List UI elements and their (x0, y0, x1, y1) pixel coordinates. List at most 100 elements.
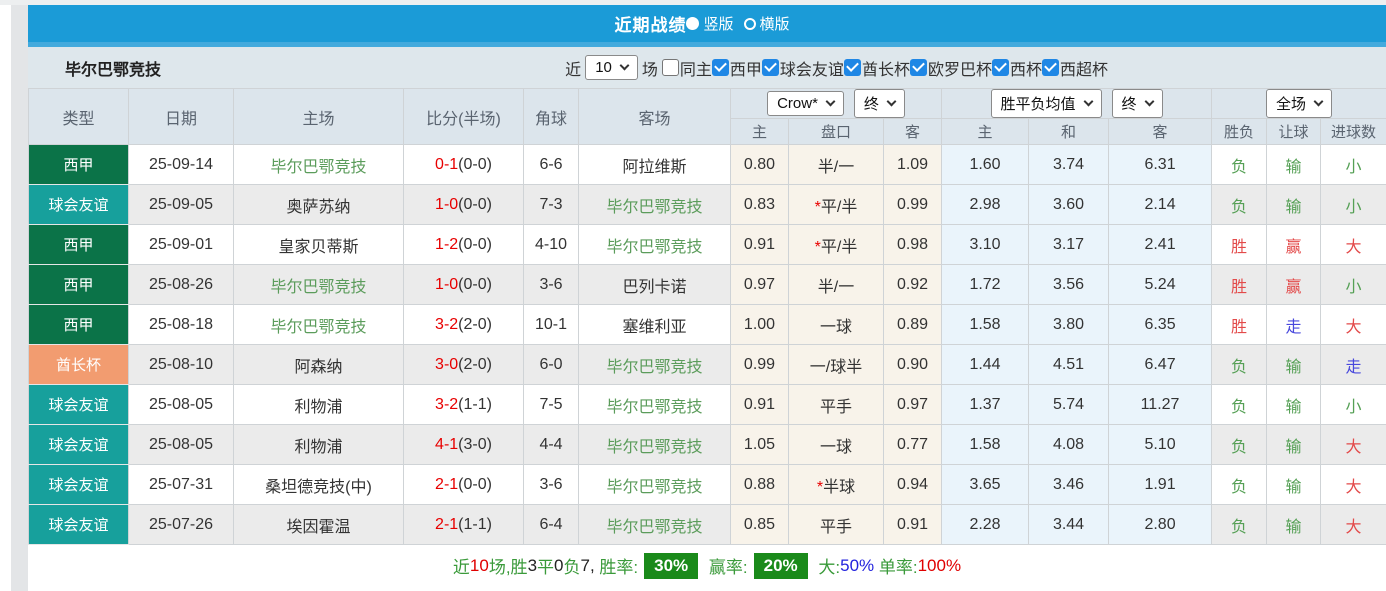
avg-away: 1.91 (1108, 464, 1213, 505)
checkbox-checked-icon[interactable] (909, 59, 927, 76)
odds-home: 0.83 (730, 184, 789, 225)
avg-type-select[interactable]: 胜平负均值 (990, 89, 1102, 118)
league-badge: 球会友谊 (28, 184, 129, 225)
result-goals: 大 (1320, 224, 1386, 265)
rounds-select[interactable]: 10 (585, 55, 638, 80)
avg-time-value: 终 (1121, 96, 1137, 113)
checkbox-checked-icon[interactable] (761, 59, 779, 76)
filter-checkbox-item[interactable]: 同主 (661, 56, 712, 80)
result-goals: 走 (1320, 344, 1386, 385)
filter-checkbox-item[interactable]: 欧罗巴杯 (909, 56, 992, 80)
avg-away: 5.24 (1108, 264, 1213, 305)
match-date: 25-08-18 (128, 304, 234, 345)
result-handicap: 输 (1266, 144, 1322, 185)
checkbox-checked-icon[interactable] (1041, 59, 1059, 76)
fulltime-score: 2-1 (435, 475, 459, 493)
handicap-line: 平手 (788, 504, 884, 545)
results-table: 类型 日期 主场 比分(半场) 角球 客场 Crow* 终 胜平负均值 终 全场… (28, 88, 1386, 545)
result-goals: 小 (1320, 144, 1386, 185)
table-row: 球会友谊 25-07-26 埃因霍温 2-1(1-1) 6-4 毕尔巴鄂竞技 0… (28, 504, 1386, 545)
avg-home: 1.72 (941, 264, 1030, 305)
period-select[interactable]: 全场 (1266, 89, 1333, 118)
recent-results-panel: 近期战绩 竖版 横版 毕尔巴鄂竞技 近 10 场 同主 西甲 球会友谊 酋长杯 欧罗巴杯… (28, 5, 1386, 586)
result-handicap: 赢 (1266, 264, 1322, 305)
stat-text: 负 (563, 558, 581, 577)
home-team: 利物浦 (233, 424, 404, 465)
checkbox-checked-icon[interactable] (711, 59, 729, 76)
result-handicap: 输 (1266, 464, 1322, 505)
avg-draw: 3.56 (1028, 264, 1110, 305)
checkbox-unchecked-icon[interactable] (661, 59, 679, 76)
result-goals: 小 (1320, 184, 1386, 225)
halftime-score: (2-0) (458, 315, 492, 333)
avg-draw: 5.74 (1028, 384, 1110, 425)
vertical-layout-label[interactable]: 竖版 (703, 13, 733, 34)
odds-away: 0.77 (882, 424, 943, 465)
avg-draw: 4.08 (1028, 424, 1110, 465)
odds-time-select[interactable]: 终 (853, 89, 905, 118)
stat-text: 平 (537, 558, 555, 577)
handicap-line: 一球 (788, 424, 884, 465)
match-date: 25-09-05 (128, 184, 234, 225)
result-wdl: 胜 (1211, 224, 1268, 265)
rounds-select-value: 10 (595, 59, 612, 76)
filter-checkbox-item[interactable]: 西超杯 (1041, 56, 1108, 80)
league-badge: 西甲 (28, 264, 129, 305)
result-wdl: 负 (1211, 464, 1268, 505)
avg-away: 2.14 (1108, 184, 1213, 225)
league-badge: 球会友谊 (28, 384, 129, 425)
odds-home: 1.00 (730, 304, 789, 345)
odds-time-value: 终 (863, 96, 879, 113)
avg-home: 2.28 (941, 504, 1030, 545)
checkbox-checked-icon[interactable] (991, 59, 1009, 76)
halftime-score: (1-1) (458, 515, 492, 533)
vertical-layout-radio[interactable] (686, 17, 700, 30)
home-team: 毕尔巴鄂竞技 (233, 304, 404, 345)
fulltime-score: 2-1 (435, 515, 459, 533)
filter-checkbox-item[interactable]: 酋长杯 (843, 56, 910, 80)
avg-time-select[interactable]: 终 (1111, 89, 1163, 118)
checkbox-checked-icon[interactable] (843, 59, 861, 76)
avg-home: 3.65 (941, 464, 1030, 505)
filter-checkbox-item[interactable]: 西杯 (991, 56, 1042, 80)
result-wdl: 负 (1211, 424, 1268, 465)
col-header-away: 客场 (578, 88, 731, 145)
filter-controls: 近 10 场 同主 西甲 球会友谊 酋长杯 欧罗巴杯 西杯 西超杯 (565, 55, 1108, 80)
horizontal-layout-radio[interactable] (743, 17, 756, 30)
avg-away: 6.47 (1108, 344, 1213, 385)
result-handicap: 输 (1266, 424, 1322, 465)
result-wdl: 胜 (1211, 304, 1268, 345)
filter-checkbox-item[interactable]: 西甲 (711, 56, 762, 80)
horizontal-layout-label[interactable]: 横版 (760, 13, 790, 34)
stat-text: 单率: (874, 558, 918, 577)
handicap-line: 一/球半 (788, 344, 884, 385)
corners-cell: 7-3 (523, 184, 579, 225)
result-wdl: 负 (1211, 144, 1268, 185)
home-team: 毕尔巴鄂竞技 (233, 144, 404, 185)
odds-away: 0.98 (882, 224, 943, 265)
halftime-score: (0-0) (458, 235, 492, 253)
fulltime-score: 1-0 (435, 195, 459, 213)
halftime-score: (0-0) (458, 155, 492, 173)
result-wdl: 负 (1211, 504, 1268, 545)
corners-cell: 6-4 (523, 504, 579, 545)
away-team: 阿拉维斯 (578, 144, 731, 185)
result-handicap: 赢 (1266, 224, 1322, 265)
odds-home: 0.80 (730, 144, 789, 185)
result-goals: 大 (1320, 424, 1386, 465)
match-date: 25-09-14 (128, 144, 234, 185)
stat-text: 赢率: (704, 558, 748, 577)
fulltime-score: 3-2 (435, 395, 459, 413)
odds-company-select[interactable]: Crow* (767, 91, 844, 116)
handicap-line: 一球 (788, 304, 884, 345)
table-row: 西甲 25-09-14 毕尔巴鄂竞技 0-1(0-0) 6-6 阿拉维斯 0.8… (28, 144, 1386, 185)
league-badge: 球会友谊 (28, 504, 129, 545)
stat-badge: 30% (644, 552, 699, 579)
near-label: 近 (565, 61, 582, 79)
result-wdl: 负 (1211, 344, 1268, 385)
stat-text: 100% (917, 555, 962, 575)
handicap-line: 平手 (788, 384, 884, 425)
handicap-line: *半球 (788, 464, 884, 505)
sub-header: 盘口 (788, 118, 884, 145)
filter-checkbox-item[interactable]: 球会友谊 (761, 56, 844, 80)
